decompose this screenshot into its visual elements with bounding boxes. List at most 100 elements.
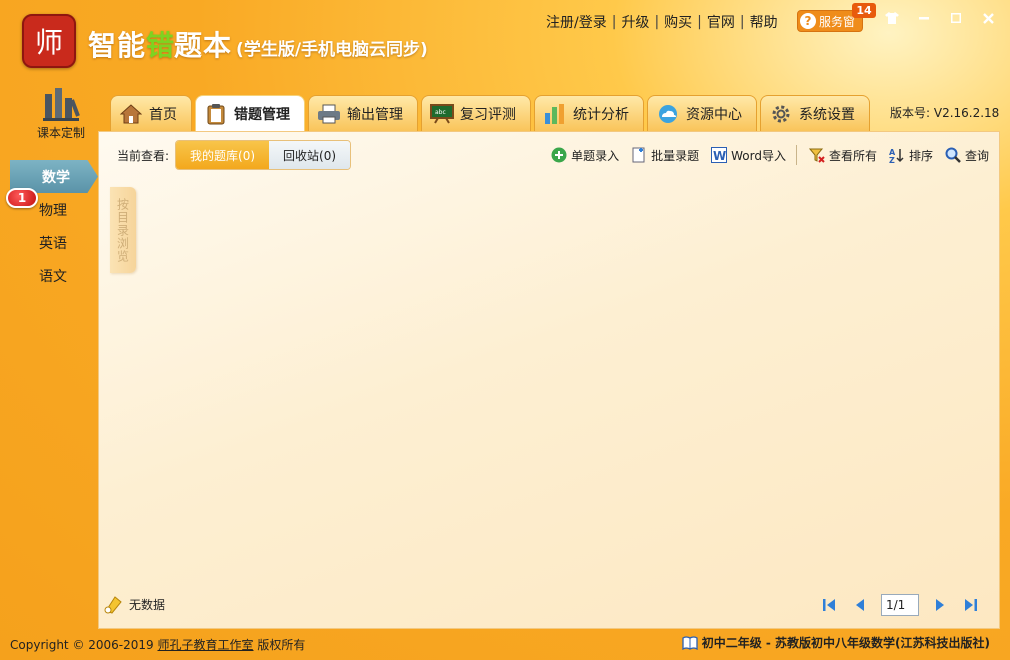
prev-page-icon[interactable] [849,595,871,615]
subject-label: 英语 [39,235,67,252]
main-tabs: 首页 错题管理 输出管理 abc 复习评测 统计分析 资源中心 系统设置 [110,95,873,132]
batch-entry-button[interactable]: 批量录题 [631,147,699,164]
sort-icon: AZ [889,147,905,163]
tab-label: 首页 [149,106,177,123]
word-import-button[interactable]: W Word导入 [711,147,786,164]
book-icon [682,635,698,650]
course-custom-label: 课本定制 [36,126,85,140]
link-separator: | [654,14,660,30]
printer-icon [317,103,341,125]
toolbar-divider [795,145,797,165]
register-login-link[interactable]: 注册/登录 [546,12,607,32]
subject-label: 物理 [39,202,67,219]
shirt-icon[interactable] [876,8,908,28]
top-links: 注册/登录 | 升级 | 购买 | 官网 | 帮助 [546,12,778,32]
blackboard-icon: abc [430,103,454,125]
main-panel: 当前查看: 我的题库(0) 回收站(0) 单题录入 批量录题 W Word导入 … [98,131,1000,629]
single-entry-label: 单题录入 [571,148,620,163]
bank-switch: 我的题库(0) 回收站(0) [175,140,352,170]
list-status: 无数据 [103,594,165,614]
copyright-rights: 版权所有 [257,638,306,652]
home-icon [119,103,143,125]
search-label: 查询 [964,148,989,163]
tab-label: 资源中心 [686,106,742,123]
tab-system-settings[interactable]: 系统设置 [760,95,870,131]
tab-label: 输出管理 [347,106,403,123]
app-title: 智能 错 题本 (学生版/手机电脑云同步) [88,24,428,62]
batch-entry-label: 批量录题 [651,148,700,163]
tab-label: 错题管理 [234,107,290,123]
no-data-label: 无数据 [129,597,166,612]
link-separator: | [739,14,745,30]
tab-output-management[interactable]: 输出管理 [308,95,418,131]
page-input[interactable]: 1/1 [881,594,919,616]
bar-chart-icon [543,103,567,125]
app-title-suffix: (学生版/手机电脑云同步) [236,40,428,60]
copyright: Copyright © 2006-2019 师孔子教育工作室 版权所有 [10,636,305,653]
svg-text:Z: Z [889,156,895,163]
sort-button[interactable]: AZ 排序 [889,147,933,164]
subject-label: 数学 [42,169,70,186]
filter-icon [808,147,825,163]
search-button[interactable]: 查询 [945,147,989,164]
subject-count-badge: 1 [6,188,38,208]
recycle-bin-button[interactable]: 回收站(0) [269,141,351,169]
upgrade-link[interactable]: 升级 [621,12,649,32]
tab-label: 系统设置 [799,106,855,123]
window-controls [876,8,1004,28]
app-title-part3: 题本 [174,29,233,62]
svg-text:W: W [713,149,726,163]
view-all-button[interactable]: 查看所有 [808,147,877,164]
studio-link[interactable]: 师孔子教育工作室 [158,638,254,652]
minimize-icon[interactable] [908,8,940,28]
first-page-icon[interactable] [819,595,841,615]
course-custom-button[interactable]: 课本定制 [30,86,92,141]
grade-info[interactable]: 初中二年级 - 苏教版初中八年级数学(江苏科技出版社) [682,634,990,651]
sort-label: 排序 [908,148,933,163]
book-stack-icon [42,86,80,122]
next-page-icon[interactable] [929,595,951,615]
search-icon [945,147,961,163]
grade-info-label: 初中二年级 - 苏教版初中八年级数学(江苏科技出版社) [701,636,990,650]
no-data-icon [103,594,123,614]
tab-mistake-management[interactable]: 错题管理 [195,95,305,132]
word-import-label: Word导入 [731,148,786,163]
pagination: 1/1 [815,594,985,616]
tab-resource-center[interactable]: 资源中心 [647,95,757,131]
help-link[interactable]: 帮助 [750,12,778,32]
maximize-icon[interactable] [940,8,972,28]
view-label: 当前查看: [117,148,170,163]
link-separator: | [611,14,617,30]
copyright-prefix: Copyright © 2006-2019 [10,638,154,652]
last-page-icon[interactable] [959,595,981,615]
my-bank-button[interactable]: 我的题库(0) [176,141,270,169]
app-title-part1: 智能 [88,29,147,62]
tab-label: 复习评测 [460,106,516,123]
svg-text:abc: abc [435,109,446,116]
clipboard-icon [204,103,228,125]
cloud-icon [656,103,680,125]
browse-by-directory-tab[interactable]: 按目录浏览 [110,187,136,273]
close-icon[interactable] [972,8,1004,28]
service-badge: 14 [852,3,876,18]
batch-doc-icon [631,147,647,163]
website-link[interactable]: 官网 [707,12,735,32]
toolbar-actions: 单题录入 批量录题 W Word导入 查看所有 A Z 排序 查询 [539,140,989,170]
link-separator: | [697,14,702,30]
app-logo: 师 [22,14,76,68]
tab-home[interactable]: 首页 [110,95,192,131]
plus-circle-icon [551,147,567,163]
word-icon: W [711,147,728,163]
single-entry-button[interactable]: 单题录入 [551,147,619,164]
tab-label: 统计分析 [573,106,629,123]
version-label: 版本号: V2.16.2.18 [890,106,1000,120]
view-all-label: 查看所有 [828,148,877,163]
tab-statistics[interactable]: 统计分析 [534,95,644,131]
service-window-label: 服务窗 [819,14,856,29]
gear-icon [769,103,793,125]
tab-review-test[interactable]: abc 复习评测 [421,95,531,131]
buy-link[interactable]: 购买 [664,12,692,32]
toolbar: 当前查看: 我的题库(0) 回收站(0) 单题录入 批量录题 W Word导入 … [99,140,999,170]
app-title-part2: 错 [146,29,175,62]
question-icon: ? [800,13,816,29]
